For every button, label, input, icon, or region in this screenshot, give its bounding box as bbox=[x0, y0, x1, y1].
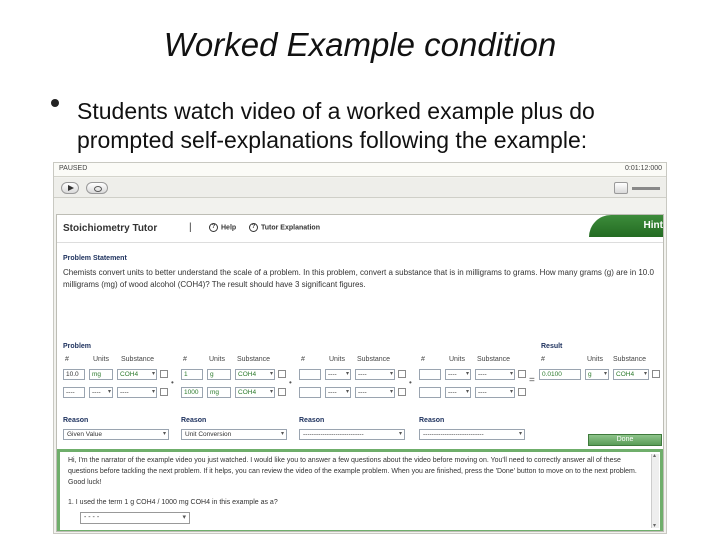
reason-select-1[interactable]: Given Value bbox=[63, 429, 169, 440]
term2-units-top[interactable]: g bbox=[207, 369, 231, 380]
player-status-bar: PAUSED 0:01:12:000 bbox=[54, 163, 666, 177]
col-units: Units bbox=[209, 356, 225, 363]
problem-statement: Chemists convert units to better underst… bbox=[63, 268, 654, 289]
reason-label: Reason bbox=[419, 417, 445, 424]
hint-button[interactable]: Hint bbox=[589, 215, 663, 237]
term1-num-top[interactable]: 10.0 bbox=[63, 369, 85, 380]
play-icon[interactable] bbox=[61, 182, 79, 194]
term3-units-top[interactable]: ---- bbox=[325, 369, 351, 380]
term2-substance-bottom[interactable]: COH4 bbox=[235, 387, 275, 398]
result-units[interactable]: g bbox=[585, 369, 609, 380]
player-controls bbox=[54, 178, 666, 198]
self-explanation-panel: Hi, I'm the narrator of the example vide… bbox=[57, 449, 663, 531]
term1-substance-bottom[interactable]: ---- bbox=[117, 387, 157, 398]
reason-select-2[interactable]: Unit Conversion bbox=[181, 429, 287, 440]
equals-sign: = bbox=[529, 375, 535, 386]
term4-num-top[interactable] bbox=[419, 369, 441, 380]
term1-check-bottom[interactable] bbox=[160, 388, 168, 396]
help-label: Help bbox=[221, 224, 237, 232]
term4-check-bottom[interactable] bbox=[518, 388, 526, 396]
result-num[interactable]: 0.0100 bbox=[539, 369, 581, 380]
bullet-text: Students watch video of a worked example… bbox=[77, 98, 595, 153]
hint-label: Hint bbox=[643, 220, 663, 231]
narrator-message: Hi, I'm the narrator of the example vide… bbox=[68, 457, 637, 486]
term1-substance-top[interactable]: COH4 bbox=[117, 369, 157, 380]
volume-slider[interactable] bbox=[632, 187, 660, 190]
col-substance: Substance bbox=[237, 356, 271, 363]
slide-title: Worked Example condition bbox=[163, 26, 557, 63]
done-button[interactable]: Done bbox=[588, 434, 662, 446]
tutor-header: Stoichiometry Tutor | ? Help ? Tutor Expla… bbox=[57, 215, 663, 243]
help-link[interactable]: ? Help bbox=[209, 223, 236, 232]
term3-check-bottom[interactable] bbox=[398, 388, 406, 396]
term3-substance-top[interactable]: ---- bbox=[355, 369, 395, 380]
term1-units-bottom[interactable]: ---- bbox=[89, 387, 113, 398]
term2-check-bottom[interactable] bbox=[278, 388, 286, 396]
term3-check-top[interactable] bbox=[398, 370, 406, 378]
term2-check-top[interactable] bbox=[278, 370, 286, 378]
result-heading: Result bbox=[541, 343, 563, 350]
term2-substance-top[interactable]: COH4 bbox=[235, 369, 275, 380]
multiply-icon: • bbox=[409, 378, 412, 387]
term3-num-top[interactable] bbox=[299, 369, 321, 380]
term1-num-bottom[interactable]: ---- bbox=[63, 387, 85, 398]
term3-units-bottom[interactable]: ---- bbox=[325, 387, 351, 398]
bullet-dot bbox=[51, 99, 59, 107]
tutor-explanation-link[interactable]: ? Tutor Explanation bbox=[249, 223, 320, 232]
term4-substance-bottom[interactable]: ---- bbox=[475, 387, 515, 398]
tutor-app: Stoichiometry Tutor | ? Help ? Tutor Expla… bbox=[56, 214, 664, 532]
reason-label: Reason bbox=[63, 417, 89, 424]
term4-units-bottom[interactable]: ---- bbox=[445, 387, 471, 398]
term4-units-top[interactable]: ---- bbox=[445, 369, 471, 380]
term4-num-bottom[interactable] bbox=[419, 387, 441, 398]
col-units: Units bbox=[93, 356, 109, 363]
header-separator: | bbox=[189, 222, 192, 233]
reason-label: Reason bbox=[299, 417, 325, 424]
problem-statement-heading: Problem Statement bbox=[63, 255, 127, 262]
reason-select-4[interactable]: ---------------------------- bbox=[419, 429, 525, 440]
term2-units-bottom[interactable]: mg bbox=[207, 387, 231, 398]
term1-units-top[interactable]: mg bbox=[89, 369, 113, 380]
col-substance: Substance bbox=[477, 356, 511, 363]
term3-num-bottom[interactable] bbox=[299, 387, 321, 398]
reason-select-3[interactable]: ---------------------------- bbox=[299, 429, 405, 440]
col-units: Units bbox=[587, 356, 603, 363]
self-explanation-question: 1. I used the term 1 g COH4 / 1000 mg CO… bbox=[68, 499, 278, 506]
volume-icon[interactable] bbox=[614, 182, 628, 194]
explanation-icon: ? bbox=[249, 223, 258, 232]
answer-select[interactable]: - - - - bbox=[80, 512, 190, 524]
reason-label: Reason bbox=[181, 417, 207, 424]
col-substance: Substance bbox=[357, 356, 391, 363]
term3-substance-bottom[interactable]: ---- bbox=[355, 387, 395, 398]
help-icon: ? bbox=[209, 223, 218, 232]
term4-check-top[interactable] bbox=[518, 370, 526, 378]
panel-scrollbar[interactable] bbox=[651, 452, 659, 529]
tutor-title: Stoichiometry Tutor bbox=[63, 223, 158, 234]
term2-num-top[interactable]: 1 bbox=[181, 369, 203, 380]
video-player: PAUSED 0:01:12:000 Stoichiometry Tutor |… bbox=[53, 162, 667, 534]
col-units: Units bbox=[449, 356, 465, 363]
player-status: PAUSED bbox=[59, 165, 88, 172]
col-num: # bbox=[421, 356, 425, 363]
col-num: # bbox=[183, 356, 187, 363]
col-units: Units bbox=[329, 356, 345, 363]
result-check[interactable] bbox=[652, 370, 660, 378]
col-num: # bbox=[65, 356, 69, 363]
multiply-icon: • bbox=[171, 378, 174, 387]
explanation-label: Tutor Explanation bbox=[261, 224, 320, 232]
col-num: # bbox=[301, 356, 305, 363]
term4-substance-top[interactable]: ---- bbox=[475, 369, 515, 380]
problem-heading: Problem bbox=[63, 343, 92, 350]
term2-num-bottom[interactable]: 1000 bbox=[181, 387, 203, 398]
result-substance[interactable]: COH4 bbox=[613, 369, 649, 380]
multiply-icon: • bbox=[289, 378, 292, 387]
col-num: # bbox=[541, 356, 545, 363]
audio-icon[interactable] bbox=[86, 182, 108, 194]
term1-check-top[interactable] bbox=[160, 370, 168, 378]
col-substance: Substance bbox=[613, 356, 647, 363]
col-substance: Substance bbox=[121, 356, 155, 363]
player-timecode: 0:01:12:000 bbox=[625, 165, 662, 172]
